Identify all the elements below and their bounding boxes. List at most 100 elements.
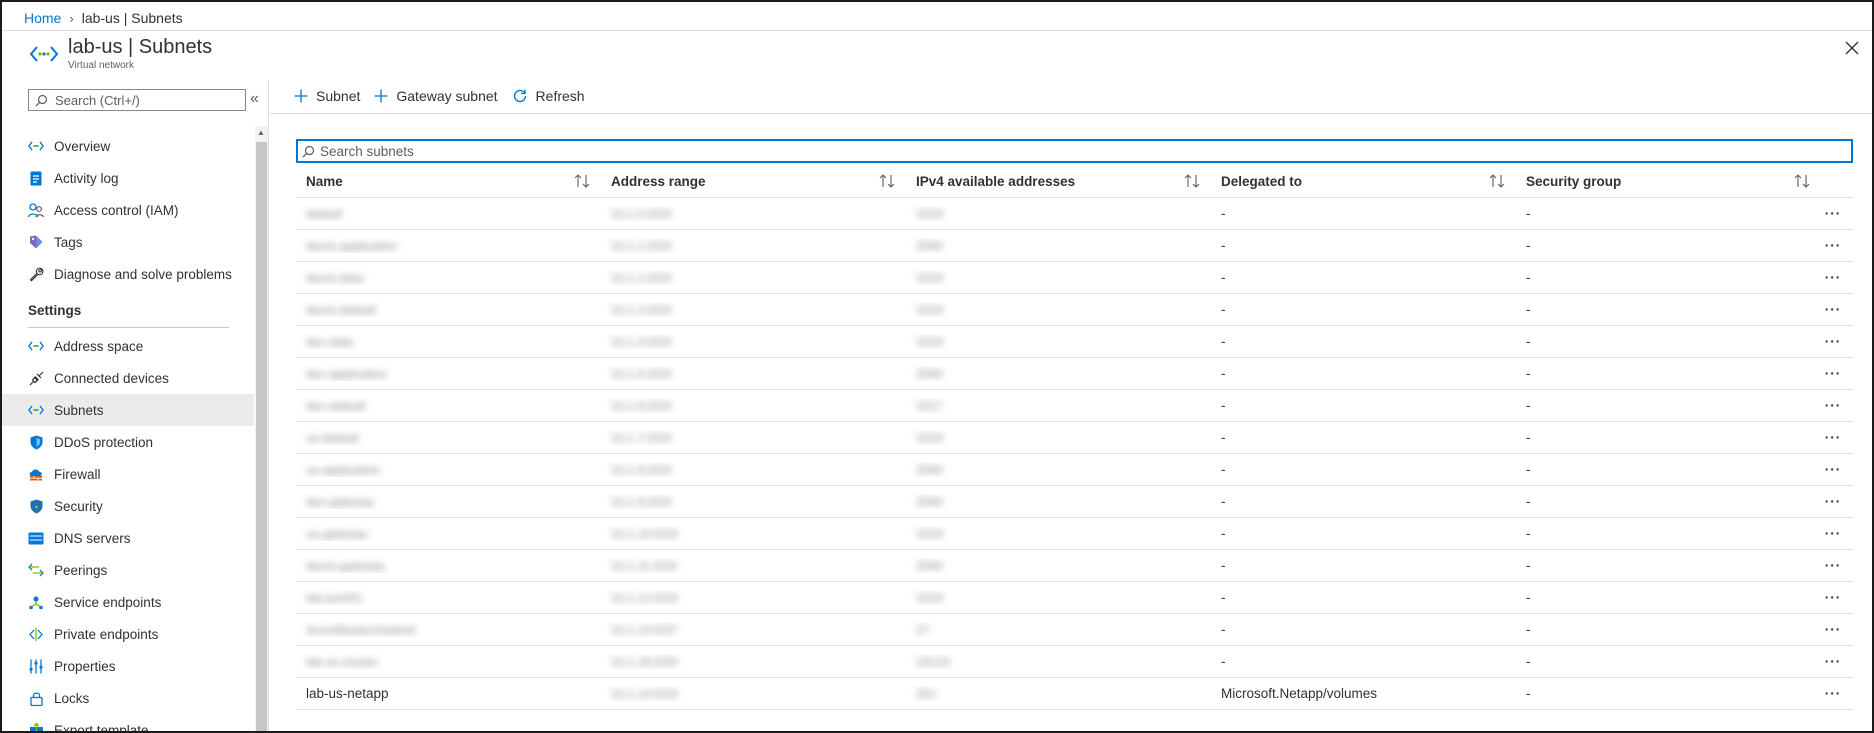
column-header-label: Name — [306, 174, 343, 189]
sidebar-item-overview[interactable]: Overview — [2, 130, 254, 162]
row-more-actions-icon[interactable]: ··· — [1821, 334, 1845, 349]
cell-value: 1019 — [916, 431, 943, 445]
sidebar-item-connected-devices[interactable]: Connected devices — [2, 362, 254, 394]
sidebar-item-properties[interactable]: Properties — [2, 650, 254, 682]
sort-icon[interactable] — [878, 173, 896, 191]
sidebar-search-input[interactable]: Search (Ctrl+/) — [28, 89, 246, 111]
table-row[interactable]: dev-gateway 10.1.9.0/24 2040 - - ··· — [296, 486, 1853, 518]
sidebar-item-locks[interactable]: Locks — [2, 682, 254, 714]
column-header[interactable]: Address range — [601, 166, 906, 198]
row-more-actions-icon[interactable]: ··· — [1821, 462, 1845, 477]
cell-value: default — [306, 207, 343, 221]
column-header[interactable]: Delegated to — [1211, 166, 1516, 198]
sort-icon[interactable] — [573, 173, 591, 191]
breadcrumb-home-link[interactable]: Home — [24, 10, 61, 26]
table-row[interactable]: dev-default 10.1.6.0/24 1017 - - ··· — [296, 390, 1853, 422]
row-more-actions-icon[interactable]: ··· — [1821, 302, 1845, 317]
table-cell-avail: 2040 — [906, 366, 1211, 381]
sidebar-item-firewall[interactable]: Firewall — [2, 458, 254, 490]
row-more-actions-icon[interactable]: ··· — [1821, 622, 1845, 637]
table-cell-name: AzureBastionSubnet — [296, 622, 601, 637]
table-cell-range: 10.1.12.0/24 — [601, 590, 906, 605]
cell-value: 10.1.10.0/24 — [611, 527, 678, 541]
collapse-sidebar-icon[interactable]: « — [250, 90, 259, 108]
table-row[interactable]: default 10.1.0.0/24 1019 - - ··· — [296, 198, 1853, 230]
row-more-actions-icon[interactable]: ··· — [1821, 686, 1845, 701]
row-more-actions-icon[interactable]: ··· — [1821, 590, 1845, 605]
sidebar-item-private-endpoints[interactable]: Private endpoints — [2, 618, 254, 650]
cell-value: - — [1526, 366, 1531, 381]
sidebar-item-diagnose[interactable]: Diagnose and solve problems — [2, 258, 254, 290]
sidebar-item-activity-log[interactable]: Activity log — [2, 162, 254, 194]
sidebar-item-export-template[interactable]: Export template — [2, 714, 254, 731]
table-row[interactable]: lab-pool01 10.1.12.0/24 1019 - - ··· — [296, 582, 1853, 614]
column-header[interactable]: Name — [296, 166, 601, 198]
sort-icon[interactable] — [1488, 173, 1506, 191]
table-row[interactable]: demo-application 10.1.1.0/24 2040 - - ··· — [296, 230, 1853, 262]
sort-icon[interactable] — [1793, 173, 1811, 191]
table-cell-delegated: - — [1211, 334, 1516, 349]
cell-value: - — [1526, 622, 1531, 637]
sidebar-item-ddos-protection[interactable]: DDoS protection — [2, 426, 254, 458]
search-subnets-input[interactable]: Search subnets — [296, 139, 1853, 163]
table-row[interactable]: us-default 10.1.7.0/24 1019 - - ··· — [296, 422, 1853, 454]
sidebar-item-dns-servers[interactable]: DNS servers — [2, 522, 254, 554]
cell-value: 10.1.16.0/20 — [611, 655, 678, 669]
table-cell-name: us-gateway — [296, 526, 601, 541]
sort-icon[interactable] — [1183, 173, 1201, 191]
add-subnet-button[interactable]: Subnet — [294, 88, 360, 104]
table-cell-nsg: - — [1516, 334, 1821, 349]
table-cell-delegated: - — [1211, 590, 1516, 605]
scroll-up-icon[interactable]: ▲ — [257, 128, 265, 137]
row-more-actions-icon[interactable]: ··· — [1821, 398, 1845, 413]
table-row[interactable]: demo-data 10.1.2.0/24 1019 - - ··· — [296, 262, 1853, 294]
column-header[interactable]: IPv4 available addresses — [906, 166, 1211, 198]
table-cell-nsg: - — [1516, 398, 1821, 413]
table-row[interactable]: us-gateway 10.1.10.0/24 1019 - - ··· — [296, 518, 1853, 550]
cell-value: - — [1221, 590, 1226, 605]
row-more-actions-icon[interactable]: ··· — [1821, 558, 1845, 573]
sidebar-item-access-control[interactable]: Access control (IAM) — [2, 194, 254, 226]
cell-value: - — [1221, 302, 1226, 317]
table-cell-range: 10.1.1.0/24 — [601, 238, 906, 253]
sidebar-item-service-endpoints[interactable]: Service endpoints — [2, 586, 254, 618]
row-more-actions-icon[interactable]: ··· — [1821, 238, 1845, 253]
table-cell-avail: 1019 — [906, 270, 1211, 285]
row-more-actions-icon[interactable]: ··· — [1821, 206, 1845, 221]
row-more-actions-icon[interactable]: ··· — [1821, 270, 1845, 285]
table-row[interactable]: dev-data 10.1.4.0/24 1019 - - ··· — [296, 326, 1853, 358]
table-cell-range: 10.1.14.0/24 — [601, 686, 906, 701]
row-more-actions-icon[interactable]: ··· — [1821, 654, 1845, 669]
sidebar-item-security[interactable]: Security — [2, 490, 254, 522]
table-row[interactable]: demo-gateway 10.1.11.0/24 2040 - - ··· — [296, 550, 1853, 582]
row-more-actions-icon[interactable]: ··· — [1821, 526, 1845, 541]
table-cell-nsg: - — [1516, 654, 1821, 669]
sidebar-item-tags[interactable]: Tags — [2, 226, 254, 258]
cell-value: 10.1.7.0/24 — [611, 431, 672, 445]
add-gateway-subnet-button[interactable]: Gateway subnet — [374, 88, 498, 104]
wrench-icon — [28, 266, 44, 282]
row-more-actions-icon[interactable]: ··· — [1821, 494, 1845, 509]
table-row[interactable]: dev-application 10.1.5.0/24 2040 - - ··· — [296, 358, 1853, 390]
row-more-actions-icon[interactable]: ··· — [1821, 366, 1845, 381]
column-header[interactable]: Security group — [1516, 166, 1821, 198]
cell-value: demo-data — [306, 271, 364, 285]
sidebar-item-address-space[interactable]: Address space — [2, 330, 254, 362]
table-row[interactable]: lab-us-netapp 10.1.14.0/24 251 Microsoft.Ne… — [296, 678, 1853, 710]
row-more-actions-icon[interactable]: ··· — [1821, 430, 1845, 445]
refresh-button[interactable]: Refresh — [512, 88, 585, 104]
table-row[interactable]: demo-default 10.1.3.0/24 1019 - - ··· — [296, 294, 1853, 326]
table-row[interactable]: lab-us-cluster 10.1.16.0/20 16123 - - ··· — [296, 646, 1853, 678]
sidebar-scrollbar[interactable]: ▲ — [255, 126, 268, 731]
sidebar-item-subnets[interactable]: Subnets — [2, 394, 254, 426]
sidebar-item-peerings[interactable]: Peerings — [2, 554, 254, 586]
table-cell-nsg: - — [1516, 558, 1821, 573]
sidebar-item-label: DNS servers — [54, 530, 131, 546]
table-row[interactable]: AzureBastionSubnet 10.1.13.0/27 27 - - ··· — [296, 614, 1853, 646]
scrollbar-thumb[interactable] — [256, 142, 267, 731]
table-cell-nsg: - — [1516, 462, 1821, 477]
close-icon[interactable] — [1840, 36, 1864, 60]
activity-log-icon — [28, 170, 44, 186]
table-row[interactable]: us-application 10.1.8.0/24 2040 - - ··· — [296, 454, 1853, 486]
cell-value: - — [1221, 366, 1226, 381]
